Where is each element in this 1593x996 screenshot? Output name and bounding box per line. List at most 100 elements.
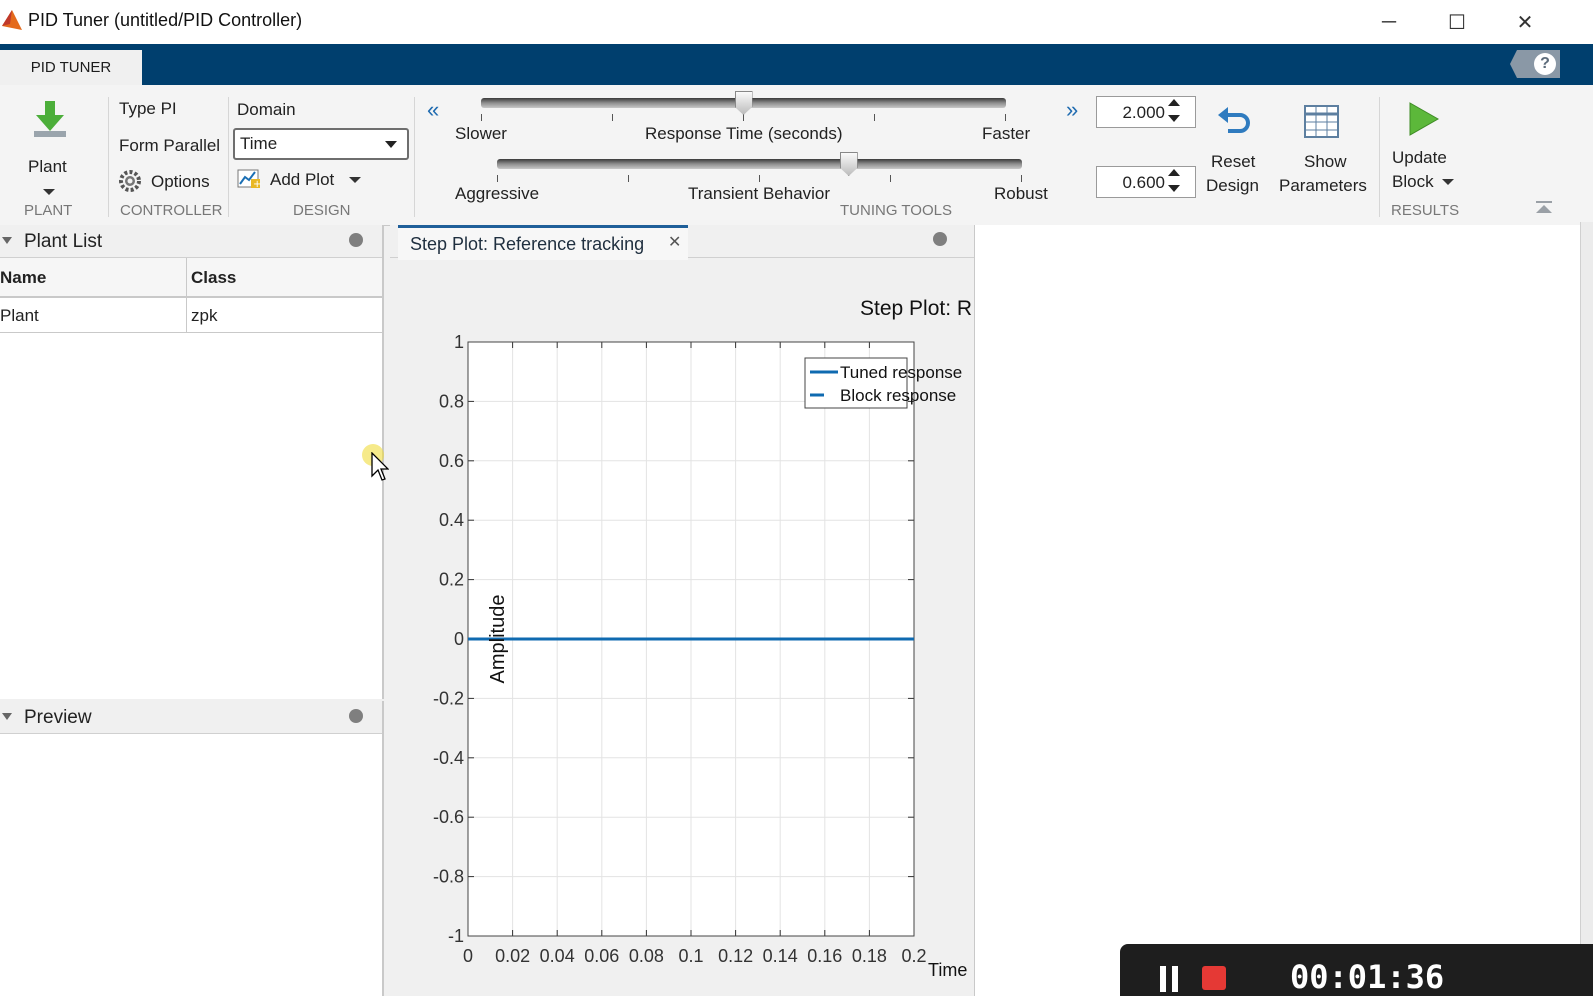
update-label-line1: Update — [1392, 148, 1447, 167]
response-time-field[interactable]: 2.000 — [1096, 96, 1196, 128]
y-tick-label: 1 — [454, 332, 464, 352]
window-title: PID Tuner (untitled/PID Controller) — [28, 10, 303, 30]
show-parameters-button[interactable]: Show Parameters — [1278, 99, 1370, 199]
y-tick-label: 0.2 — [439, 570, 464, 590]
x-tick-label: 0.16 — [807, 946, 842, 966]
maximize-button[interactable]: ☐ — [1434, 6, 1480, 38]
y-tick-label: -0.2 — [433, 688, 464, 708]
collapse-icon[interactable] — [2, 713, 12, 720]
recording-timer: 00:01:36 — [1290, 958, 1445, 996]
x-tick-label: 0.04 — [540, 946, 575, 966]
stop-record-icon[interactable] — [1202, 966, 1226, 990]
x-tick-label: 0.12 — [718, 946, 753, 966]
table-row[interactable]: Plant zpk — [0, 298, 382, 333]
show-label-line1: Show — [1304, 152, 1347, 171]
preview-header: Preview — [0, 701, 382, 734]
tab-pid-tuner[interactable]: PID TUNER — [0, 50, 142, 85]
panel-menu-icon[interactable] — [349, 709, 363, 723]
reset-label-line2: Design — [1206, 176, 1259, 195]
panel-menu-icon[interactable] — [349, 233, 363, 247]
divider — [228, 97, 229, 217]
column-header-name[interactable]: Name — [0, 268, 46, 288]
toolstrip-tabs: PID TUNER ? — [0, 44, 1593, 85]
slower-label: Slower — [455, 124, 507, 143]
x-tick-label: 0.2 — [901, 946, 926, 966]
update-block-button[interactable]: Update Block — [1386, 99, 1458, 199]
spin-up-icon[interactable] — [1168, 99, 1180, 106]
y-tick-label: 0.8 — [439, 391, 464, 411]
y-tick-label: 0 — [454, 629, 464, 649]
x-axis-label: Time — [928, 960, 967, 980]
close-tab-icon[interactable]: ✕ — [668, 232, 681, 252]
chevron-down-icon — [1442, 179, 1454, 185]
pause-icon-bar — [1172, 966, 1178, 992]
x-tick-label: 0.1 — [678, 946, 703, 966]
controller-type: Type PI — [119, 99, 177, 118]
chevron-down-icon — [385, 141, 397, 148]
legend-label: Tuned response — [840, 363, 962, 382]
update-label-line2: Block — [1392, 172, 1434, 191]
mouse-cursor-icon — [371, 452, 389, 481]
domain-label: Domain — [237, 100, 296, 119]
panel-menu-icon[interactable] — [933, 232, 947, 246]
plant-list-panel: Plant List Name Class Plant zpk — [0, 225, 384, 699]
preview-panel: Preview — [0, 701, 384, 996]
ribbon: Plant PLANT Type PI Form Parallel Option… — [0, 85, 1593, 226]
plant-list-title: Plant List — [24, 231, 103, 252]
step-plot-chart[interactable]: 0 0.02 0.04 0.06 0.08 0.1 0.12 0.14 0.16 0.18 0.2 1… — [390, 258, 974, 996]
plant-class-cell: zpk — [191, 306, 218, 325]
collapse-ribbon-icon[interactable] — [1536, 201, 1552, 213]
group-label-results: RESULTS — [1391, 202, 1460, 219]
group-label-controller: CONTROLLER — [120, 202, 223, 219]
add-plot-button[interactable]: + Add Plot — [236, 167, 366, 195]
reset-label-line1: Reset — [1211, 152, 1256, 171]
x-tick-label: 0.14 — [763, 946, 798, 966]
collapse-sliders-icon[interactable]: « — [427, 99, 439, 121]
y-tick-label: 0.4 — [439, 510, 464, 530]
collapse-icon[interactable] — [2, 237, 12, 244]
x-tick-label: 0.08 — [629, 946, 664, 966]
domain-value: Time — [240, 134, 278, 153]
response-time-slider-thumb[interactable] — [734, 91, 753, 115]
plant-list-header: Plant List — [0, 225, 382, 258]
tab-step-plot[interactable]: Step Plot: Reference tracking ✕ — [398, 225, 688, 260]
help-button[interactable]: ? — [1510, 50, 1560, 78]
robust-label: Robust — [994, 184, 1048, 203]
column-header-class[interactable]: Class — [191, 268, 236, 288]
table-icon — [1304, 105, 1339, 138]
empty-document-area — [975, 225, 1593, 996]
options-button[interactable]: Options — [119, 169, 219, 195]
import-plant-icon — [34, 101, 66, 137]
close-button[interactable]: ✕ — [1502, 6, 1548, 38]
x-tick-label: 0.18 — [852, 946, 887, 966]
plant-name-cell: Plant — [0, 306, 39, 325]
preview-title: Preview — [24, 707, 92, 728]
chart-title: Step Plot: R — [860, 297, 972, 320]
background-window-edge — [1580, 222, 1593, 996]
transient-behavior-slider-thumb[interactable] — [839, 152, 858, 176]
document-tab-bar: Step Plot: Reference tracking ✕ — [390, 225, 974, 260]
aggressive-label: Aggressive — [455, 184, 540, 203]
group-label-plant: PLANT — [24, 202, 73, 219]
spin-down-icon[interactable] — [1168, 185, 1180, 192]
legend-label: Block response — [840, 386, 956, 405]
pause-icon[interactable] — [1160, 966, 1166, 992]
options-label: Options — [151, 172, 210, 191]
spin-up-icon[interactable] — [1168, 169, 1180, 176]
y-tick-label: -0.8 — [433, 867, 464, 887]
reset-design-button[interactable]: Reset Design — [1202, 99, 1268, 199]
spin-down-icon[interactable] — [1168, 115, 1180, 122]
transient-behavior-field[interactable]: 0.600 — [1096, 166, 1196, 198]
y-tick-label: 0.6 — [439, 451, 464, 471]
response-time-label: Response Time (seconds) — [645, 124, 843, 143]
divider — [108, 97, 109, 217]
minimize-button[interactable]: ─ — [1366, 6, 1412, 38]
play-icon — [1409, 102, 1440, 136]
response-time-value: 2.000 — [1122, 103, 1165, 122]
screen-recorder-bar: 00:01:36 — [1120, 944, 1593, 996]
divider — [414, 97, 415, 217]
expand-sliders-icon[interactable]: » — [1066, 99, 1078, 121]
domain-select[interactable]: Time — [233, 128, 409, 160]
plant-button[interactable]: Plant — [10, 95, 90, 200]
y-tick-label: -0.6 — [433, 807, 464, 827]
